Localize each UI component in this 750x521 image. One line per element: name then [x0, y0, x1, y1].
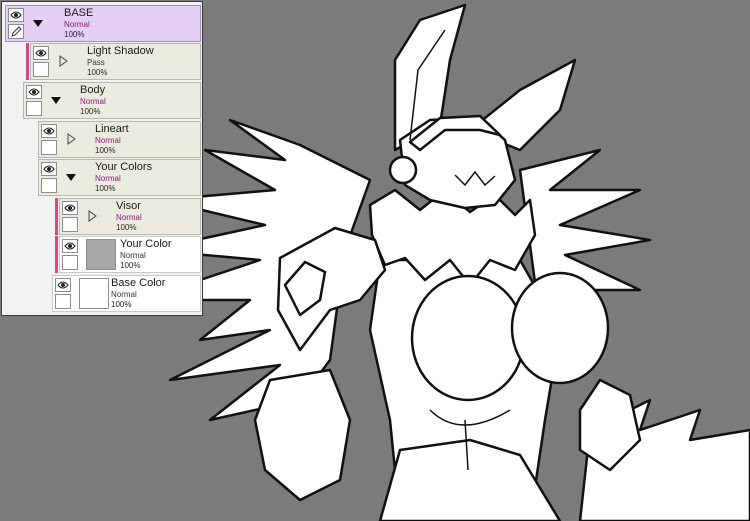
- layer-opacity: 100%: [116, 223, 137, 232]
- layer-name: Visor: [116, 200, 141, 212]
- layer-base-color[interactable]: Base Color Normal 100%: [52, 275, 201, 312]
- visibility-toggle[interactable]: [62, 201, 78, 215]
- triangle-down-icon[interactable]: [65, 171, 77, 183]
- eye-icon: [64, 204, 76, 212]
- triangle-right-icon[interactable]: [65, 133, 77, 145]
- layer-blend-mode: Normal: [120, 251, 146, 260]
- triangle-down-icon[interactable]: [32, 17, 44, 29]
- eye-icon: [10, 11, 22, 19]
- layer-name: BASE: [64, 7, 94, 19]
- right-chest-shape: [510, 271, 610, 385]
- clipping-indicator: [55, 236, 58, 273]
- layers-panel: BASE Normal 100% Light Shadow Pass 100% …: [1, 1, 203, 316]
- layer-blend-mode: Normal: [64, 20, 90, 29]
- eye-icon: [43, 165, 55, 173]
- left-arm-shape: [253, 368, 352, 502]
- triangle-down-icon[interactable]: [50, 94, 62, 106]
- eye-icon: [35, 49, 47, 57]
- layer-visor[interactable]: Visor Normal 100%: [55, 198, 201, 235]
- eye-icon: [43, 127, 55, 135]
- pencil-icon: [11, 26, 22, 37]
- layer-opacity: 100%: [87, 68, 108, 77]
- layer-opacity: 100%: [111, 300, 132, 309]
- layer-name: Your Colors: [95, 161, 153, 173]
- visibility-toggle[interactable]: [62, 239, 78, 253]
- headphone-shape: [388, 155, 418, 185]
- eye-icon: [57, 281, 69, 289]
- layer-blend-mode: Normal: [80, 97, 106, 106]
- layer-opacity: 100%: [95, 184, 116, 193]
- edit-indicator[interactable]: [55, 294, 71, 309]
- layer-light-shadow[interactable]: Light Shadow Pass 100%: [26, 43, 201, 80]
- edit-indicator[interactable]: [62, 217, 78, 232]
- visibility-toggle[interactable]: [8, 8, 24, 22]
- layer-your-colors[interactable]: Your Colors Normal 100%: [38, 159, 201, 196]
- edit-indicator[interactable]: [26, 101, 42, 116]
- visibility-toggle[interactable]: [41, 124, 57, 138]
- layer-opacity: 100%: [95, 146, 116, 155]
- layer-blend-mode: Normal: [116, 213, 142, 222]
- layer-blend-mode: Normal: [95, 174, 121, 183]
- clipping-indicator: [55, 198, 58, 235]
- eye-icon: [64, 242, 76, 250]
- visibility-toggle[interactable]: [41, 162, 57, 176]
- layer-blend-mode: Normal: [95, 136, 121, 145]
- edit-indicator[interactable]: [62, 255, 78, 270]
- layer-blend-mode: Normal: [111, 290, 137, 299]
- layer-name: Light Shadow: [87, 45, 154, 57]
- eye-icon: [28, 88, 40, 96]
- layer-name: Body: [80, 84, 106, 96]
- layer-opacity: 100%: [80, 107, 101, 116]
- layer-name: Base Color: [111, 277, 166, 289]
- layer-name: Your Color: [120, 238, 172, 250]
- edit-indicator[interactable]: [41, 140, 57, 155]
- clipping-indicator: [26, 43, 29, 80]
- left-chest-shape: [410, 274, 526, 402]
- triangle-right-icon[interactable]: [57, 55, 69, 67]
- visibility-toggle[interactable]: [55, 278, 71, 292]
- layer-lineart[interactable]: Lineart Normal 100%: [38, 121, 201, 158]
- layer-your-color[interactable]: Your Color Normal 100%: [55, 236, 201, 273]
- layer-name: Lineart: [95, 123, 129, 135]
- edit-indicator[interactable]: [33, 62, 49, 77]
- layer-thumbnail: [79, 278, 109, 309]
- layer-opacity: 100%: [64, 30, 85, 39]
- edit-indicator[interactable]: [41, 178, 57, 193]
- layer-body[interactable]: Body Normal 100%: [23, 82, 201, 119]
- visibility-toggle[interactable]: [26, 85, 42, 99]
- layer-blend-mode: Pass: [87, 58, 105, 67]
- layer-base[interactable]: BASE Normal 100%: [5, 5, 201, 42]
- triangle-right-icon[interactable]: [86, 210, 98, 222]
- visibility-toggle[interactable]: [33, 46, 49, 60]
- layer-opacity: 100%: [120, 261, 141, 270]
- layer-thumbnail: [86, 239, 116, 270]
- edit-indicator[interactable]: [8, 24, 24, 39]
